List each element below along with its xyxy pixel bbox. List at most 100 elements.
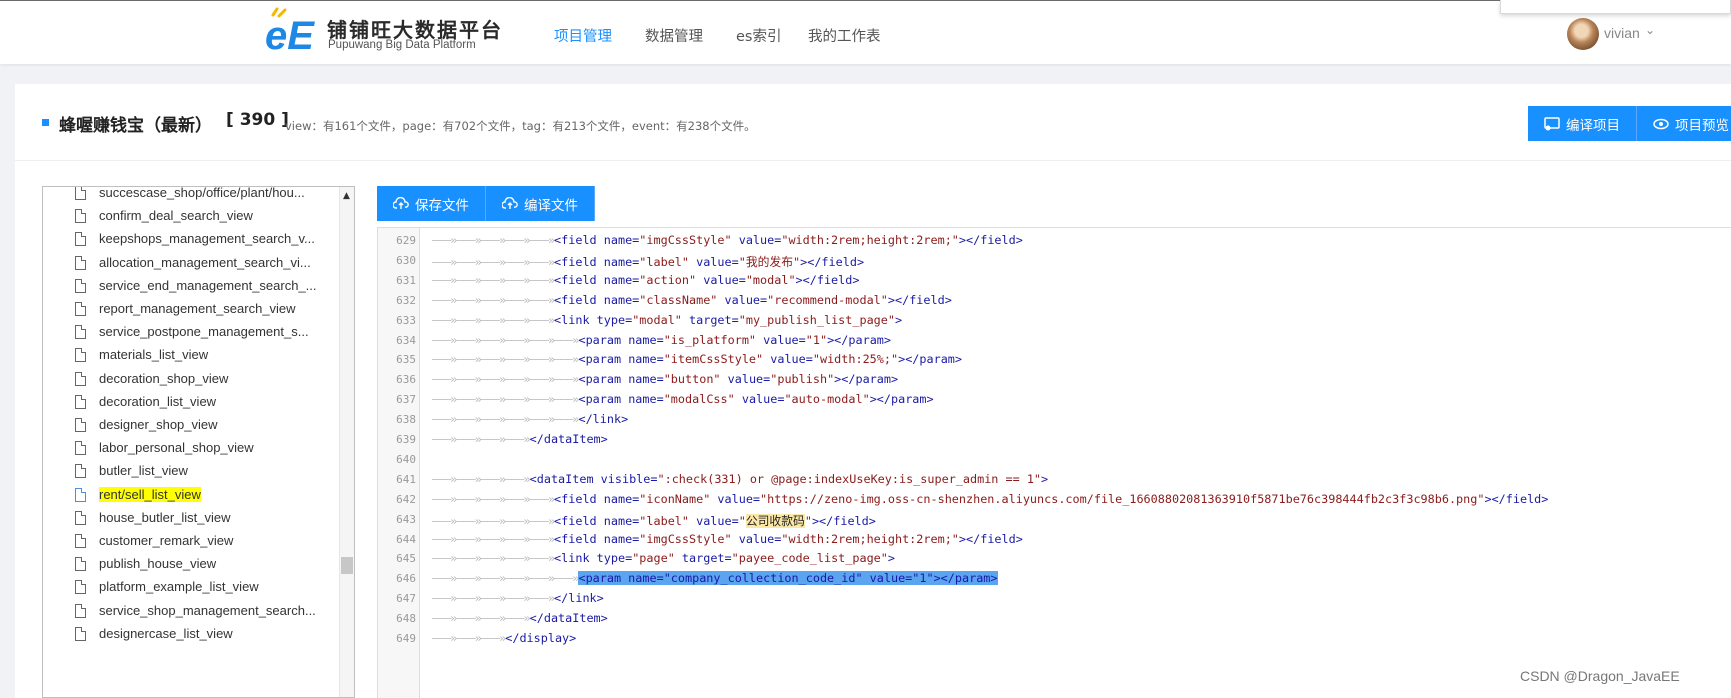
- code-line[interactable]: 644 ———»———»———»———»———»<field name="imgC…: [378, 529, 1731, 551]
- code-line[interactable]: 645 ———»———»———»———»———»<link type="page"…: [378, 548, 1731, 570]
- file-icon: [75, 487, 86, 502]
- code-text: ———»———»———»———»———»<field name="classNa…: [432, 292, 952, 307]
- cloud-upload-icon: [502, 197, 518, 209]
- tree-item[interactable]: designercase_list_view: [43, 623, 333, 646]
- line-number: 636: [396, 373, 416, 387]
- code-line[interactable]: 635 ———»———»———»———»———»———»<param name="…: [378, 349, 1731, 371]
- file-icon: [75, 418, 86, 432]
- code-editor[interactable]: 629 ———»———»———»———»———»<field name="imgC…: [377, 227, 1731, 698]
- code-line[interactable]: 646 ———»———»———»———»———»———»<param name="…: [378, 568, 1731, 590]
- compile-project-button[interactable]: 编译项目: [1528, 106, 1637, 141]
- file-icon: [75, 371, 86, 386]
- chevron-down-icon[interactable]: ⌄: [1645, 23, 1655, 37]
- code-line[interactable]: 648 ———»———»———»———»</dataItem>: [378, 608, 1731, 630]
- code-line[interactable]: 643 ———»———»———»———»———»<field name="labe…: [378, 509, 1731, 531]
- tree-item[interactable]: service_shop_management_search...: [43, 600, 333, 623]
- tree-item-label: publish_house_view: [99, 556, 217, 572]
- preview-project-button[interactable]: 项目预览: [1637, 106, 1731, 141]
- indent-guide: ———»———»———»———»———»: [432, 513, 555, 528]
- compile-file-button[interactable]: 编译文件: [486, 186, 595, 221]
- tree-item[interactable]: decoration_shop_view: [43, 368, 333, 391]
- user-name[interactable]: vivian: [1604, 25, 1640, 41]
- nav-es-index[interactable]: es索引: [736, 25, 781, 46]
- code-line[interactable]: 629 ———»———»———»———»———»<field name="imgC…: [378, 230, 1731, 252]
- indent-guide: ———»———»———»———»———»: [432, 292, 555, 307]
- scroll-up-arrow-icon[interactable]: ▲: [343, 191, 350, 201]
- compile-icon: [1544, 116, 1560, 130]
- tree-item[interactable]: report_management_search_view: [43, 298, 333, 321]
- tree-item[interactable]: house_butler_list_view: [43, 507, 333, 530]
- code-line[interactable]: 647 ———»———»———»———»———»</link>: [378, 588, 1731, 610]
- nav-my-worksheets[interactable]: 我的工作表: [808, 25, 881, 46]
- line-number: 645: [396, 552, 416, 566]
- tree-item-label: service_postpone_management_s...: [99, 324, 309, 340]
- file-icon: [75, 534, 86, 548]
- code-text: ———»———»———»———»</dataItem>: [432, 432, 608, 446]
- code-line[interactable]: 641 ———»———»———»———»<dataItem visible=":c…: [378, 469, 1731, 491]
- tree-item[interactable]: keepshops_management_search_v...: [43, 228, 333, 251]
- code-text: ———»———»———»———»———»———»<param name="is_…: [432, 332, 891, 347]
- line-number: 629: [396, 234, 416, 247]
- tree-item[interactable]: allocation_management_search_vi...: [43, 252, 333, 275]
- code-line[interactable]: 649 ———»———»———»</display>: [378, 628, 1731, 650]
- code-line[interactable]: 640: [378, 449, 1731, 471]
- tree-item-label: designercase_list_view: [99, 625, 233, 641]
- file-icon: [75, 278, 86, 293]
- tree-item-label: service_shop_management_search...: [99, 602, 316, 618]
- nav-data-management[interactable]: 数据管理: [645, 25, 703, 46]
- tree-item[interactable]: butler_list_view: [43, 460, 333, 483]
- code-line[interactable]: 630 ———»———»———»———»———»<field name="labe…: [378, 250, 1731, 272]
- save-file-button[interactable]: 保存文件: [377, 186, 486, 221]
- tree-item[interactable]: publish_house_view: [43, 553, 333, 576]
- tree-item-label: butler_list_view: [99, 463, 188, 479]
- tree-item[interactable]: succescase_shop/office/plant/hou...: [43, 187, 333, 205]
- nav-project-management[interactable]: 项目管理: [554, 25, 612, 46]
- file-icon: [75, 209, 86, 224]
- tree-item-label: service_end_management_search_...: [99, 277, 317, 293]
- eye-icon: [1653, 118, 1669, 129]
- tree-item[interactable]: service_postpone_management_s...: [43, 321, 333, 344]
- indent-guide: ———»———»———»———»———»———»: [432, 412, 579, 427]
- avatar[interactable]: [1567, 18, 1599, 50]
- compile-project-label: 编译项目: [1566, 117, 1620, 134]
- tree-item[interactable]: materials_list_view: [43, 344, 333, 367]
- code-text: ———»———»———»———»———»———»<param name="mod…: [432, 392, 934, 407]
- code-line[interactable]: 632 ———»———»———»———»———»<field name="clas…: [378, 290, 1731, 312]
- line-number: 635: [396, 353, 416, 367]
- preview-project-label: 项目预览: [1675, 117, 1729, 134]
- tree-item[interactable]: confirm_deal_search_view: [43, 205, 333, 228]
- tree-item[interactable]: designer_shop_view: [43, 414, 333, 437]
- tree-scroll-thumb[interactable]: [341, 557, 353, 574]
- logo-icon: eE: [265, 7, 315, 55]
- code-line[interactable]: 639 ———»———»———»———»</dataItem>: [378, 429, 1731, 451]
- code-line[interactable]: 636 ———»———»———»———»———»———»<param name="…: [378, 369, 1731, 391]
- line-number: 638: [396, 413, 416, 427]
- indent-guide: ———»———»———»———»: [432, 471, 531, 486]
- watermark: CSDN @Dragon_JavaEE: [1520, 668, 1680, 684]
- code-text: ———»———»———»</display>: [432, 631, 577, 645]
- code-text: ———»———»———»———»———»<field name="iconNam…: [432, 491, 1549, 506]
- top-navigation-bar: eE 铺铺旺大数据平台 Pupuwang Big Data Platform 项…: [0, 0, 1731, 64]
- line-number: 644: [396, 532, 416, 546]
- code-line[interactable]: 633 ———»———»———»———»———»<link type="modal…: [378, 310, 1731, 332]
- indent-guide: ———»———»———»———»———»: [432, 551, 555, 566]
- file-icon: [75, 394, 86, 409]
- code-line[interactable]: 631 ———»———»———»———»———»<field name="acti…: [378, 270, 1731, 292]
- tree-scrollbar[interactable]: [339, 187, 354, 697]
- code-text: ———»———»———»———»———»<link type="modal" t…: [432, 312, 903, 327]
- tree-item[interactable]: platform_example_list_view: [43, 576, 333, 599]
- file-icon: [75, 187, 86, 200]
- code-line[interactable]: 634 ———»———»———»———»———»———»<param name="…: [378, 330, 1731, 352]
- tree-item[interactable]: service_end_management_search_...: [43, 275, 333, 298]
- code-line[interactable]: 642 ———»———»———»———»———»<field name="icon…: [378, 489, 1731, 511]
- tree-item[interactable]: customer_remark_view: [43, 530, 333, 553]
- tree-item-label: materials_list_view: [99, 347, 209, 363]
- code-line[interactable]: 637 ———»———»———»———»———»———»<param name="…: [378, 389, 1731, 411]
- tree-item[interactable]: decoration_list_view: [43, 391, 333, 414]
- indent-guide: ———»———»———»———»———»———»: [432, 352, 579, 367]
- tree-item[interactable]: rent/sell_list_view: [43, 484, 333, 507]
- code-line[interactable]: 638 ———»———»———»———»———»———»</link>: [378, 409, 1731, 431]
- line-number: 630: [396, 253, 416, 267]
- tree-item[interactable]: labor_personal_shop_view: [43, 437, 333, 460]
- code-text: ———»———»———»———»</dataItem>: [432, 611, 608, 626]
